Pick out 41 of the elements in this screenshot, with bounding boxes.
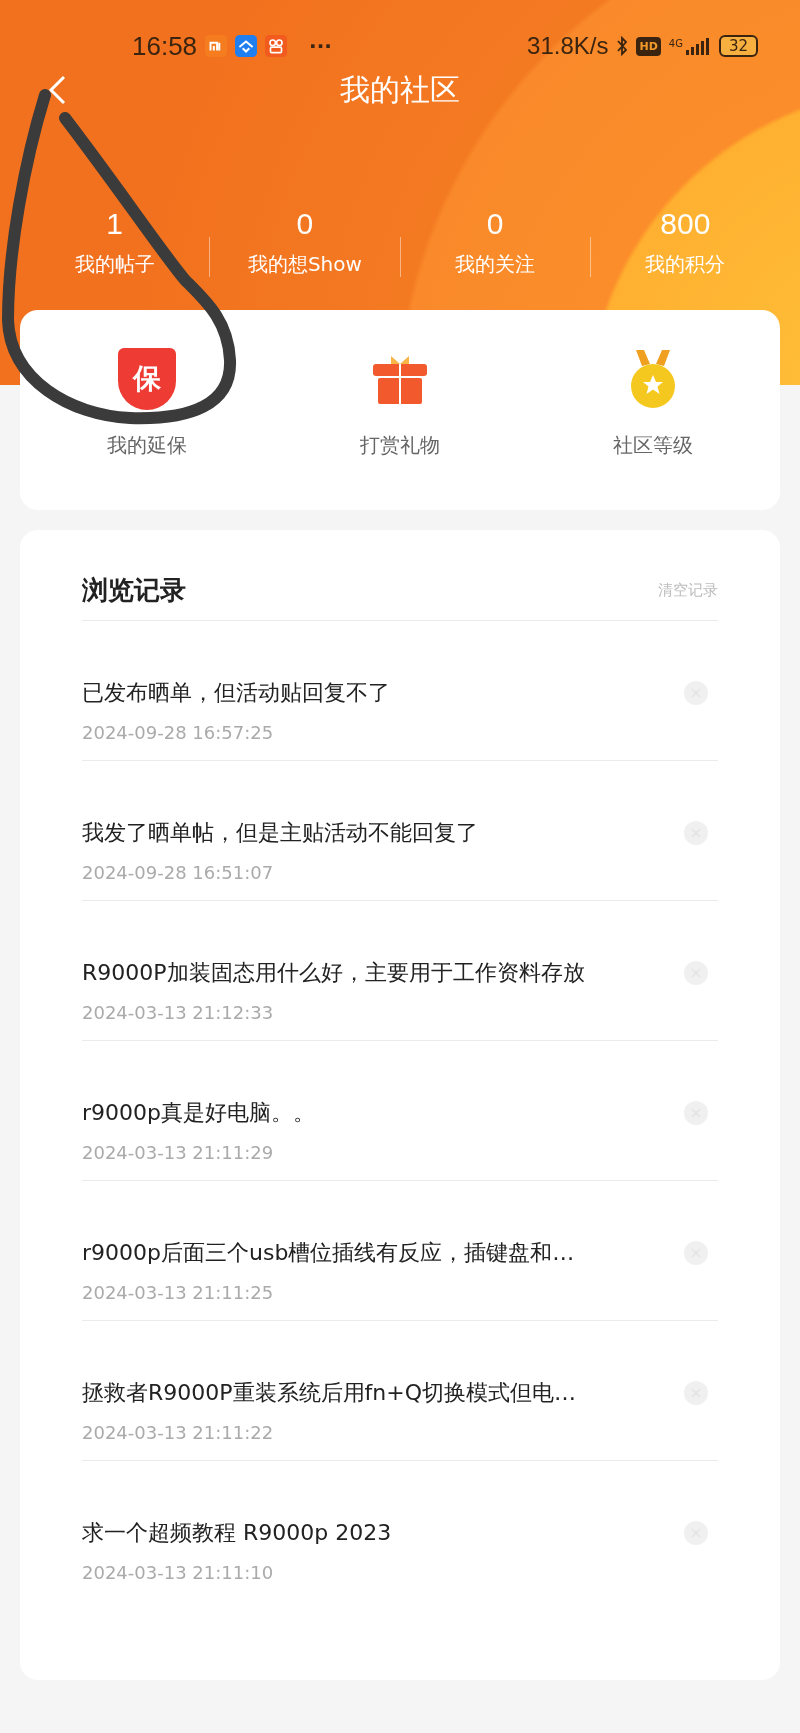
post-title[interactable]: r9000p后面三个usb槽位插线有反应，插键盘和… <box>82 1238 575 1268</box>
post-time: 2024-03-13 21:12:33 <box>82 1001 275 1025</box>
hd-badge: HD <box>636 36 661 56</box>
clock-time: 16:58 <box>132 30 198 62</box>
post-time: 2024-03-13 21:11:25 <box>82 1281 275 1305</box>
post-title[interactable]: 我发了晒单帖，但是主贴活动不能回复了 <box>82 818 478 848</box>
post-time: 2024-09-28 16:51:07 <box>82 861 275 885</box>
bluetooth-icon <box>616 35 629 57</box>
shortcut-label[interactable]: 社区等级 <box>613 432 694 459</box>
post-title[interactable]: R9000P加装固态用什么好，主要用于工作资料存放 <box>82 958 585 988</box>
post-title[interactable]: 拯救者R9000P重装系统后用fn+Q切换模式但电… <box>82 1378 576 1408</box>
page-title: 我的社区 <box>340 70 460 109</box>
post-time: 2024-09-28 16:57:25 <box>82 721 275 745</box>
section-title: 浏览记录 <box>82 573 186 607</box>
close-icon[interactable] <box>684 1521 708 1545</box>
stat-label[interactable]: 我的帖子 <box>74 250 155 278</box>
post-time: 2024-03-13 21:11:29 <box>82 1141 275 1165</box>
stat-value[interactable]: 1 <box>106 206 123 242</box>
more-dots: ··· <box>309 34 332 58</box>
network-speed: 31.8K/s <box>527 32 609 60</box>
shortcut-label[interactable]: 我的延保 <box>106 432 187 459</box>
signal-icon <box>684 36 711 56</box>
shortcut-label[interactable]: 打赏礼物 <box>360 432 440 459</box>
network-type: 4G <box>668 38 683 49</box>
post-title[interactable]: r9000p真是好电脑。。 <box>82 1098 315 1128</box>
post-title[interactable]: 求一个超频教程 R9000p 2023 <box>82 1518 392 1548</box>
app-icon <box>265 35 288 57</box>
post-time: 2024-03-13 21:11:10 <box>82 1561 275 1585</box>
back-icon[interactable] <box>48 75 68 105</box>
shield-icon[interactable]: 保 <box>117 348 176 410</box>
app-icon <box>205 35 228 57</box>
close-icon[interactable] <box>684 1241 708 1265</box>
close-icon[interactable] <box>684 1101 708 1125</box>
post-time: 2024-03-13 21:11:22 <box>82 1421 275 1445</box>
post-title[interactable]: 已发布晒单，但活动贴回复不了 <box>82 678 390 708</box>
close-icon[interactable] <box>684 961 708 985</box>
battery-indicator: 32 <box>718 35 758 57</box>
close-icon[interactable] <box>684 821 708 845</box>
close-icon[interactable] <box>684 681 708 705</box>
close-icon[interactable] <box>684 1381 708 1405</box>
app-icon <box>235 35 258 57</box>
